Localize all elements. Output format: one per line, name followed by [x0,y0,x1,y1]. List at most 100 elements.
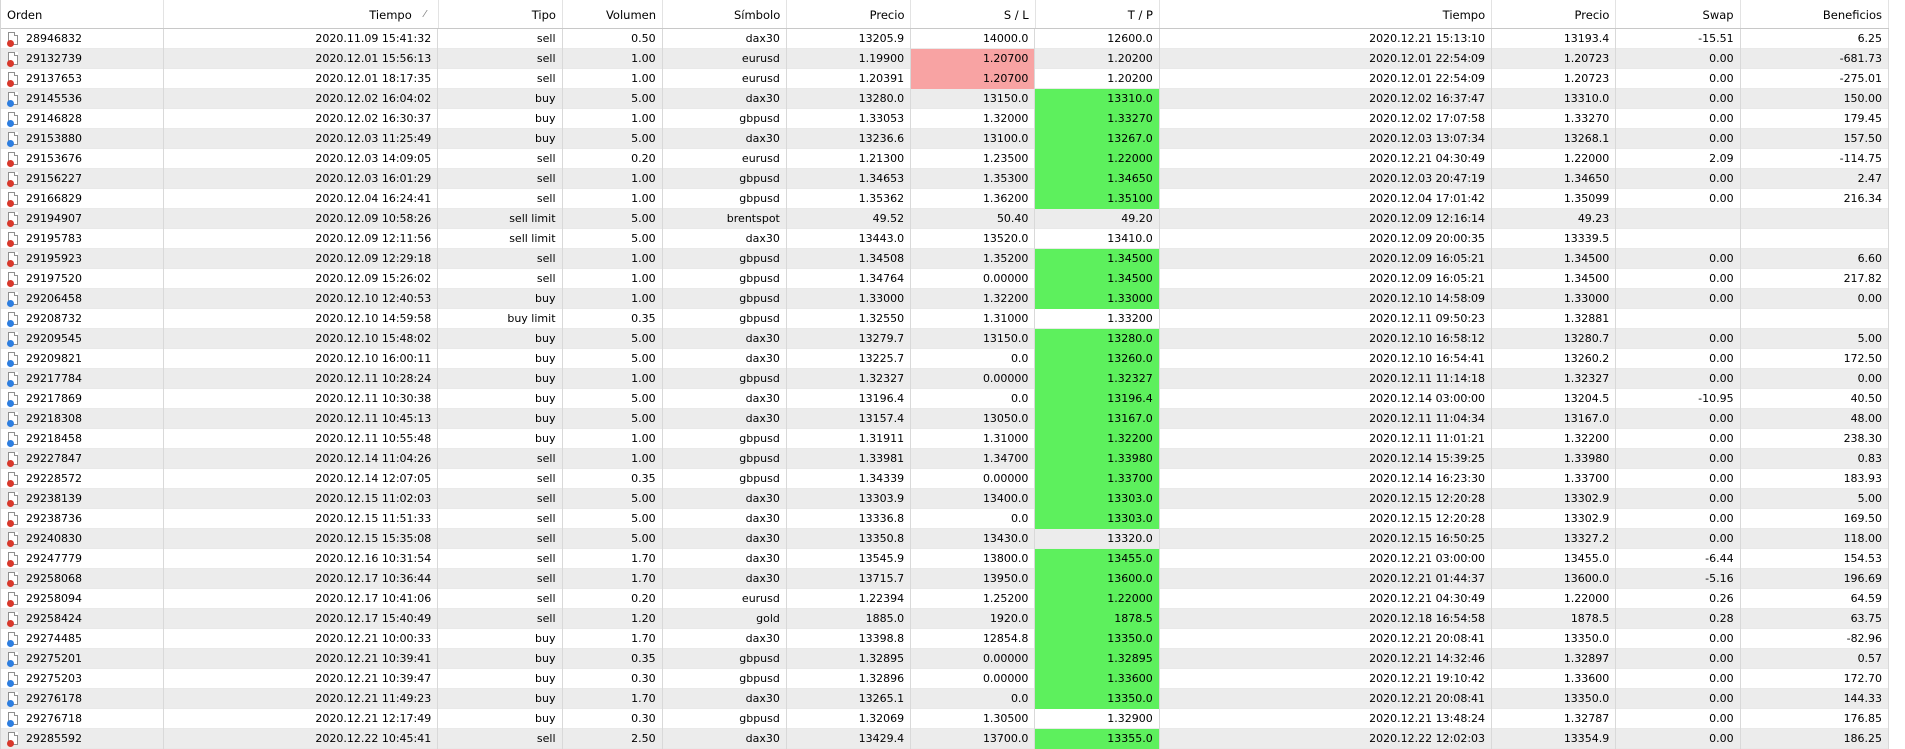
table-row[interactable]: 29209545 2020.12.10 15:48:02 buy 5.00 dax30 1… [1,329,1890,349]
order-number: 29217784 [26,372,82,385]
cell-close-time: 2020.12.21 20:08:41 [1160,629,1493,649]
table-row[interactable]: 29217784 2020.12.11 10:28:24 buy 1.00 gbpusd… [1,369,1890,389]
cell-profit: -275.01 [1741,69,1890,89]
cell-close-price: 1.33700 [1492,469,1617,489]
table-row[interactable]: 29145536 2020.12.02 16:04:02 buy 5.00 dax30 1… [1,89,1890,109]
cell-open-time: 2020.12.04 16:24:41 [164,189,439,209]
cell-order: 29218308 [1,409,164,429]
cell-type: sell [438,589,563,609]
table-row[interactable]: 29228572 2020.12.14 12:07:05 sell 0.35 gbpus… [1,469,1890,489]
table-row[interactable]: 29238139 2020.12.15 11:02:03 sell 5.00 dax30… [1,489,1890,509]
table-row[interactable]: 28946832 2020.11.09 15:41:32 sell 0.50 dax30… [1,29,1890,49]
cell-close-price: 1.22000 [1492,589,1617,609]
table-row[interactable]: 29156227 2020.12.03 16:01:29 sell 1.00 gbpus… [1,169,1890,189]
table-row[interactable]: 29206458 2020.12.10 12:40:53 buy 1.00 gbpusd… [1,289,1890,309]
cell-close-price: 1.20723 [1492,69,1617,89]
order-number: 29197520 [26,272,82,285]
cell-symbol: dax30 [663,689,787,709]
cell-stop-loss: 1.30500 [911,709,1036,729]
col-header-price[interactable]: Precio [787,0,912,28]
table-row[interactable]: 29132739 2020.12.01 15:56:13 sell 1.00 eurus… [1,49,1890,69]
col-header-close-price[interactable]: Precio [1492,0,1617,28]
cell-symbol: gbpusd [663,449,787,469]
col-header-symbol[interactable]: Símbolo [663,0,788,28]
cell-stop-loss: 13150.0 [911,329,1036,349]
table-row[interactable]: 29137653 2020.12.01 18:17:35 sell 1.00 eurus… [1,69,1890,89]
order-number: 29209545 [26,332,82,345]
cell-stop-loss: 1.31000 [911,309,1036,329]
table-row[interactable]: 29218308 2020.12.11 10:45:13 buy 5.00 dax30 1… [1,409,1890,429]
table-row[interactable]: 29194907 2020.12.09 10:58:26 sell limit 5.0… [1,209,1890,229]
table-row[interactable]: 29258094 2020.12.17 10:41:06 sell 0.20 eurus… [1,589,1890,609]
table-row[interactable]: 29197520 2020.12.09 15:26:02 sell 1.00 gbpus… [1,269,1890,289]
col-header-close-time[interactable]: Tiempo [1160,0,1493,28]
table-row[interactable]: 29258068 2020.12.17 10:36:44 sell 1.70 dax30… [1,569,1890,589]
order-number: 29137653 [26,72,82,85]
table-row[interactable]: 29153676 2020.12.03 14:09:05 sell 0.20 eurus… [1,149,1890,169]
cell-volume: 5.00 [563,489,663,509]
table-row[interactable]: 29275203 2020.12.21 10:39:47 buy 0.30 gbpusd… [1,669,1890,689]
col-header-volume[interactable]: Volumen [563,0,664,28]
cell-symbol: dax30 [663,729,787,749]
table-row[interactable]: 29209821 2020.12.10 16:00:11 buy 5.00 dax30 1… [1,349,1890,369]
col-header-type[interactable]: Tipo [439,0,563,28]
cell-swap: 0.00 [1616,649,1741,669]
cell-close-time: 2020.12.14 03:00:00 [1160,389,1493,409]
cell-type: buy [438,709,563,729]
cell-profit [1741,229,1890,249]
order-number: 28946832 [26,32,82,45]
cell-take-profit: 13350.0 [1035,689,1160,709]
table-row[interactable]: 29276178 2020.12.21 11:49:23 buy 1.70 dax30 1… [1,689,1890,709]
order-number: 29275203 [26,672,82,685]
cell-profit: 63.75 [1741,609,1890,629]
cell-volume: 0.50 [563,29,663,49]
table-row[interactable]: 29238736 2020.12.15 11:51:33 sell 5.00 dax30… [1,509,1890,529]
col-header-sl[interactable]: S / L [911,0,1036,28]
cell-close-price: 13327.2 [1492,529,1617,549]
table-row[interactable]: 29146828 2020.12.02 16:30:37 buy 1.00 gbpusd… [1,109,1890,129]
table-row[interactable]: 29166829 2020.12.04 16:24:41 sell 1.00 gbpus… [1,189,1890,209]
sell-order-icon [7,531,20,547]
order-number: 29258424 [26,612,82,625]
cell-type: sell [438,269,563,289]
cell-open-price: 1.32069 [787,709,912,729]
cell-type: sell [438,169,563,189]
cell-open-time: 2020.12.15 11:02:03 [164,489,439,509]
table-row[interactable]: 29208732 2020.12.10 14:59:58 buy limit 0.35… [1,309,1890,329]
cell-stop-loss: 13950.0 [911,569,1036,589]
table-row[interactable]: 29285592 2020.12.22 10:45:41 sell 2.50 dax30… [1,729,1890,749]
table-row[interactable]: 29218458 2020.12.11 10:55:48 buy 1.00 gbpusd… [1,429,1890,449]
table-row[interactable]: 29195783 2020.12.09 12:11:56 sell limit 5.0… [1,229,1890,249]
col-header-profit[interactable]: Beneficios [1741,0,1890,28]
col-header-time[interactable]: Tiempo ⁄ [164,0,439,28]
table-row[interactable]: 29217869 2020.12.11 10:30:38 buy 5.00 dax30 1… [1,389,1890,409]
table-row[interactable]: 29195923 2020.12.09 12:29:18 sell 1.00 gbpus… [1,249,1890,269]
cell-close-price: 13193.4 [1492,29,1617,49]
table-row[interactable]: 29275201 2020.12.21 10:39:41 buy 0.35 gbpusd… [1,649,1890,669]
table-row[interactable]: 29258424 2020.12.17 15:40:49 sell 1.20 gold 1… [1,609,1890,629]
table-row[interactable]: 29153880 2020.12.03 11:25:49 buy 5.00 dax30 1… [1,129,1890,149]
cell-open-time: 2020.12.10 12:40:53 [164,289,439,309]
cell-open-time: 2020.12.10 16:00:11 [164,349,439,369]
cell-stop-loss: 0.00000 [911,469,1036,489]
table-row[interactable]: 29240830 2020.12.15 15:35:08 sell 5.00 dax30… [1,529,1890,549]
cell-stop-loss: 13150.0 [911,89,1036,109]
table-row[interactable]: 29276718 2020.12.21 12:17:49 buy 0.30 gbpusd… [1,709,1890,729]
col-header-order[interactable]: Orden [1,0,164,28]
cell-profit: 179.45 [1741,109,1890,129]
cell-stop-loss: 1.20700 [911,49,1036,69]
cell-profit: 196.69 [1741,569,1890,589]
cell-stop-loss: 13400.0 [911,489,1036,509]
cell-order: 29145536 [1,89,164,109]
table-row[interactable]: 29274485 2020.12.21 10:00:33 buy 1.70 dax30 1… [1,629,1890,649]
col-header-swap[interactable]: Swap [1616,0,1741,28]
col-header-tp[interactable]: T / P [1036,0,1160,28]
cell-open-price: 13336.8 [787,509,912,529]
table-row[interactable]: 29227847 2020.12.14 11:04:26 sell 1.00 gbpus… [1,449,1890,469]
cell-order: 29258068 [1,569,164,589]
cell-open-price: 13280.0 [787,89,912,109]
cell-symbol: gbpusd [663,189,787,209]
cell-take-profit: 13455.0 [1035,549,1160,569]
cell-take-profit: 1.34500 [1035,269,1160,289]
table-row[interactable]: 29247779 2020.12.16 10:31:54 sell 1.70 dax30… [1,549,1890,569]
